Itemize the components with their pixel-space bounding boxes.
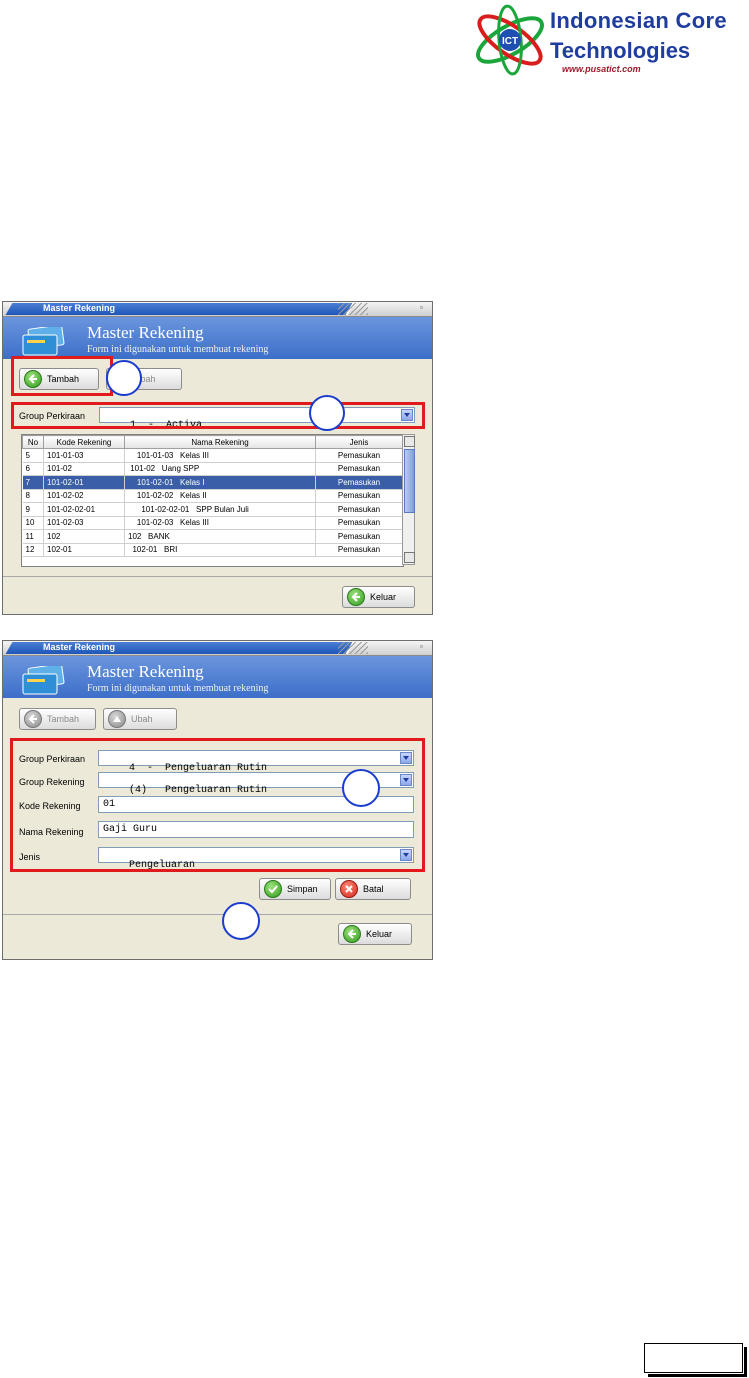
- title-bar[interactable]: Master Rekening ▫: [3, 641, 432, 656]
- keluar-button[interactable]: Keluar: [342, 586, 415, 608]
- cell-no: 6: [22, 462, 44, 476]
- cell-no: 5: [22, 448, 44, 463]
- cell-jenis: Pemasukan: [315, 475, 403, 490]
- scroll-thumb[interactable]: [404, 449, 415, 513]
- cards-icon: [22, 666, 65, 695]
- logo-url: www.pusatict.com: [562, 64, 641, 74]
- col-no[interactable]: No: [22, 435, 44, 449]
- batal-label: Batal: [363, 884, 384, 894]
- window-title: Master Rekening: [43, 642, 116, 652]
- ubah-button[interactable]: Ubah: [103, 708, 177, 730]
- callout-marker-3: [342, 769, 380, 807]
- arrow-left-icon: [343, 925, 361, 943]
- scroll-down-icon[interactable]: [404, 552, 415, 563]
- cell-nama: 101-02-02 Kelas II: [124, 489, 316, 503]
- ubah-label: Ubah: [131, 714, 153, 724]
- col-jenis[interactable]: Jenis: [315, 435, 403, 449]
- simpan-label: Simpan: [287, 884, 318, 894]
- cell-jenis: Pemasukan: [315, 502, 403, 517]
- cell-kode: 101-02-02: [43, 489, 125, 503]
- cell-kode: 102: [43, 529, 125, 544]
- arrow-left-icon: [24, 710, 42, 728]
- cell-jenis: Pemasukan: [315, 462, 403, 476]
- arrow-left-icon: [347, 588, 365, 606]
- table-row[interactable]: 12 102-01 102-01 BRI Pemasukan: [22, 543, 403, 557]
- tambah-label: Tambah: [47, 714, 80, 724]
- header-title: Master Rekening: [87, 323, 204, 342]
- cell-no: 8: [22, 489, 44, 503]
- atom-logo-icon: ICT: [476, 4, 544, 76]
- cell-no: 12: [22, 543, 44, 557]
- master-rekening-window-list: Master Rekening ▫ Master Rekening Form i…: [2, 301, 433, 615]
- cell-jenis: Pemasukan: [315, 529, 403, 544]
- cell-jenis: Pemasukan: [315, 516, 403, 530]
- batal-button[interactable]: Batal: [335, 878, 411, 900]
- table-row[interactable]: 9 101-02-02-01 101-02-02-01 SPP Bulan Jul…: [22, 502, 403, 517]
- form-header: Master Rekening Form ini digunakan untuk…: [3, 317, 432, 359]
- rekening-table[interactable]: No Kode Rekening Nama Rekening Jenis 5 10…: [21, 434, 404, 567]
- tambah-button[interactable]: Tambah: [19, 708, 96, 730]
- keluar-label: Keluar: [370, 592, 397, 602]
- cell-no: 7: [22, 475, 44, 490]
- keluar-label: Keluar: [366, 929, 393, 939]
- table-row[interactable]: 10 101-02-03 101-02-03 Kelas III Pemasukan: [22, 516, 403, 530]
- page-number-box: [644, 1343, 747, 1377]
- cell-kode: 101-02-01: [43, 475, 125, 490]
- arrow-up-icon: [108, 710, 126, 728]
- cell-jenis: Pemasukan: [315, 448, 403, 463]
- table-row[interactable]: 8 101-02-02 101-02-02 Kelas II Pemasukan: [22, 489, 403, 503]
- maximize-icon[interactable]: ▫: [420, 304, 428, 312]
- scroll-up-icon[interactable]: [404, 436, 415, 447]
- cell-nama: 101-02-01 Kelas I: [124, 475, 316, 490]
- master-rekening-window-form: Master Rekening ▫ Master Rekening Form i…: [2, 640, 433, 960]
- logo-mark-text: ICT: [502, 36, 518, 47]
- header-subtitle: Form ini digunakan untuk membuat rekenin…: [87, 344, 269, 355]
- table-header-row: No Kode Rekening Nama Rekening Jenis: [22, 435, 403, 449]
- callout-marker-4: [222, 902, 260, 940]
- cell-kode: 101-02-03: [43, 516, 125, 530]
- window-title: Master Rekening: [43, 303, 116, 313]
- close-icon: [340, 880, 358, 898]
- table-row[interactable]: 11 102 102 BANK Pemasukan: [22, 529, 403, 544]
- callout-marker-1: [106, 360, 142, 396]
- cell-kode: 102-01: [43, 543, 125, 557]
- cell-nama: 102 BANK: [124, 529, 316, 544]
- cell-nama: 101-02 Uang SPP: [124, 462, 316, 476]
- title-bar[interactable]: Master Rekening ▫: [3, 302, 432, 317]
- highlight-tambah: [11, 356, 113, 396]
- highlight-group: [11, 402, 425, 429]
- table-row[interactable]: 5 101-01-03 101-01-03 Kelas III Pemasukan: [22, 448, 403, 463]
- header-subtitle: Form ini digunakan untuk membuat rekenin…: [87, 683, 269, 694]
- table-row[interactable]: 7 101-02-01 101-02-01 Kelas I Pemasukan: [22, 475, 403, 490]
- cell-kode: 101-02: [43, 462, 125, 476]
- cell-kode: 101-02-02-01: [43, 502, 125, 517]
- form-header: Master Rekening Form ini digunakan untuk…: [3, 656, 432, 698]
- cell-nama: 101-01-03 Kelas III: [124, 448, 316, 463]
- checkmark-icon: [264, 880, 282, 898]
- cell-kode: 101-01-03: [43, 448, 125, 463]
- callout-marker-2: [309, 395, 345, 431]
- cell-jenis: Pemasukan: [315, 543, 403, 557]
- col-kode[interactable]: Kode Rekening: [43, 435, 125, 449]
- cell-nama: 101-02-02-01 SPP Bulan Juli: [124, 502, 316, 517]
- simpan-button[interactable]: Simpan: [259, 878, 331, 900]
- logo: ICT Indonesian Core Technologies www.pus…: [470, 2, 740, 78]
- header-title: Master Rekening: [87, 662, 204, 681]
- maximize-icon[interactable]: ▫: [420, 643, 428, 651]
- cell-no: 9: [22, 502, 44, 517]
- keluar-button[interactable]: Keluar: [338, 923, 412, 945]
- col-nama[interactable]: Nama Rekening: [124, 435, 316, 449]
- cell-no: 11: [22, 529, 44, 544]
- cell-no: 10: [22, 516, 44, 530]
- table-scrollbar[interactable]: [402, 434, 415, 565]
- cell-jenis: Pemasukan: [315, 489, 403, 503]
- cards-icon: [22, 327, 65, 356]
- logo-line1: Indonesian Core: [550, 8, 727, 33]
- cell-nama: 101-02-03 Kelas III: [124, 516, 316, 530]
- cell-nama: 102-01 BRI: [124, 543, 316, 557]
- logo-line2: Technologies: [550, 38, 691, 63]
- table-row[interactable]: 6 101-02 101-02 Uang SPP Pemasukan: [22, 462, 403, 476]
